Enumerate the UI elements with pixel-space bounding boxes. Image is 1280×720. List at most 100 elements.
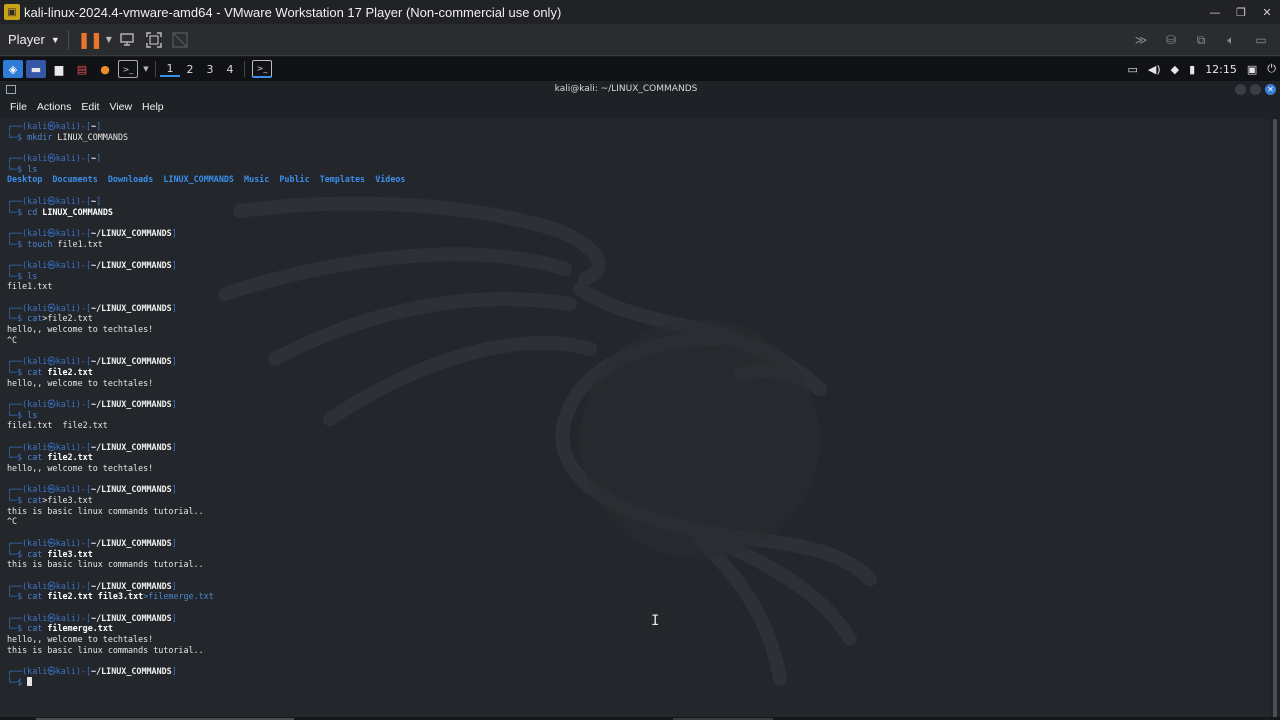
workspace-4[interactable]: 4 [220,63,240,76]
prompt-frame: ] [171,580,177,591]
prompt-frame: ] [171,537,177,548]
restore-button[interactable]: ❐ [1228,0,1254,24]
terminal-scrollbar[interactable] [1273,119,1277,719]
send-keys-icon[interactable] [115,27,141,53]
prompt-frame: ] [171,666,177,677]
chevron-down-icon[interactable]: ▼ [103,27,115,53]
prompt-frame: )-[ [75,441,92,452]
terminal-maximize-button[interactable] [1250,84,1261,95]
command-args: >file2.txt [42,313,93,324]
prompt-symbol: └─$ [7,591,28,602]
workspace-1[interactable]: 1 [160,62,180,77]
command-line: └─$ cat file2.txt [7,452,405,463]
terminal-close-button[interactable]: ✕ [1265,84,1276,95]
directory-entry: Templates [319,174,366,185]
desktop-icon[interactable]: ▬ [26,60,46,78]
output-line: file1.txt file2.txt [7,420,108,431]
prompt-frame: ] [96,121,102,131]
scrollbar-thumb[interactable] [1273,119,1277,719]
terminal-minimize-button[interactable] [1235,84,1246,95]
lock-icon[interactable]: ▣ [1247,63,1257,76]
prompt-frame: ] [171,227,177,238]
command-args: LINUX_COMMANDS [37,206,113,217]
prompt-path: ~/LINUX_COMMANDS [91,227,172,238]
minimize-button[interactable]: — [1202,0,1228,24]
menu-actions[interactable]: Actions [37,101,71,117]
chevron-down-icon[interactable]: ▼ [141,60,151,78]
output-line: ^C [7,516,18,527]
notification-bell-icon[interactable]: ◆ [1171,63,1179,76]
text-editor-icon[interactable]: ▤ [72,60,92,78]
prompt-frame: )-[ [75,612,92,623]
prompt-user-host: kali㉿kali [27,259,76,270]
directory-entry: Videos [375,174,406,185]
usb-icon[interactable]: ▭ [1248,27,1274,53]
menu-file[interactable]: File [10,101,27,117]
prompt-frame: ┌──( [7,153,28,164]
clock[interactable]: 12:15 [1205,63,1237,76]
folder-icon[interactable]: ▆ [49,60,69,78]
command-args: file2.txt file3.txt [42,591,144,602]
pause-icon[interactable]: ❚❚ [77,27,103,53]
terminal-task-icon[interactable]: >_ [252,60,272,78]
toolbar-divider [67,29,69,50]
prompt-user-host: kali㉿kali [27,195,76,206]
menu-help[interactable]: Help [142,101,164,117]
command-line: └─$ ls [7,271,405,282]
sound-icon[interactable]: 🔈︎ [1218,27,1244,53]
prompt-frame: )-[ [75,302,92,313]
prompt-frame: ┌──( [7,302,28,313]
prompt-line: ┌──(kali㉿kali)-[~/LINUX_COMMANDS] [7,666,405,677]
close-button[interactable]: ✕ [1254,0,1280,24]
power-icon[interactable]: ⏻ [1267,62,1276,76]
prompt-frame: ┌──( [7,195,28,206]
arrows-icon[interactable]: ≫ [1128,27,1154,53]
command-name: cat [27,623,43,634]
command-line: └─$ [7,676,405,688]
chevron-down-icon: ▼ [50,34,60,45]
player-menu-button[interactable]: Player ▼ [8,32,60,47]
prompt-user-host: kali㉿kali [27,398,76,409]
player-menu-label: Player [8,32,45,47]
command-args: file3.txt [42,548,93,559]
command-name: ls [27,409,38,420]
output-line: hello,, welcome to techtales! [7,324,154,335]
directory-entry: Documents [52,174,98,185]
battery-icon[interactable]: ▮ [1189,63,1195,76]
prompt-user-host: kali㉿kali [27,580,76,591]
workspace-2[interactable]: 2 [180,63,200,76]
panel-tray: ▭ ◀) ◆ ▮ 12:15 ▣ ⏻ [1127,57,1276,81]
command-name: cat [27,452,43,463]
terminal-output-area[interactable]: ┌──(kali㉿kali)-[~] └─$ mkdir LINUX_COMMAN… [0,119,1270,719]
command-args: file1.txt [52,238,103,249]
command-name: touch [27,238,53,249]
firefox-icon[interactable]: ● [95,60,115,78]
terminal-cursor [27,676,33,686]
volume-icon[interactable]: ◀) [1148,63,1161,76]
device-icons: ≫ ⛁ ⧉ 🔈︎ ▭ [1128,27,1274,53]
prompt-user-host: kali㉿kali [27,302,76,313]
prompt-line: ┌──(kali㉿kali)-[~/LINUX_COMMANDS] [7,581,405,592]
prompt-frame: ] [96,195,102,206]
display-icon[interactable]: ▭ [1127,63,1137,76]
workspace-3[interactable]: 3 [200,63,220,76]
unity-icon[interactable] [167,27,193,53]
kali-menu-icon[interactable]: ◈ [3,60,23,78]
prompt-frame: )-[ [75,121,92,131]
directory-entry: Public [279,174,310,185]
menu-edit[interactable]: Edit [81,101,99,117]
terminal-icon[interactable]: >_ [118,60,138,78]
command-line: └─$ cat>file2.txt [7,313,405,324]
prompt-user-host: kali㉿kali [27,153,76,164]
prompt-frame: ┌──( [7,441,28,452]
fullscreen-icon[interactable] [141,27,167,53]
prompt-frame: ┌──( [7,612,28,623]
command-redirect: >filemerge.txt [143,591,214,602]
hard-disk-icon[interactable]: ⛁ [1158,27,1184,53]
prompt-frame: )-[ [75,398,92,409]
network-icon[interactable]: ⧉ [1188,27,1214,53]
menu-view[interactable]: View [109,101,132,117]
prompt-user-host: kali㉿kali [27,441,76,452]
